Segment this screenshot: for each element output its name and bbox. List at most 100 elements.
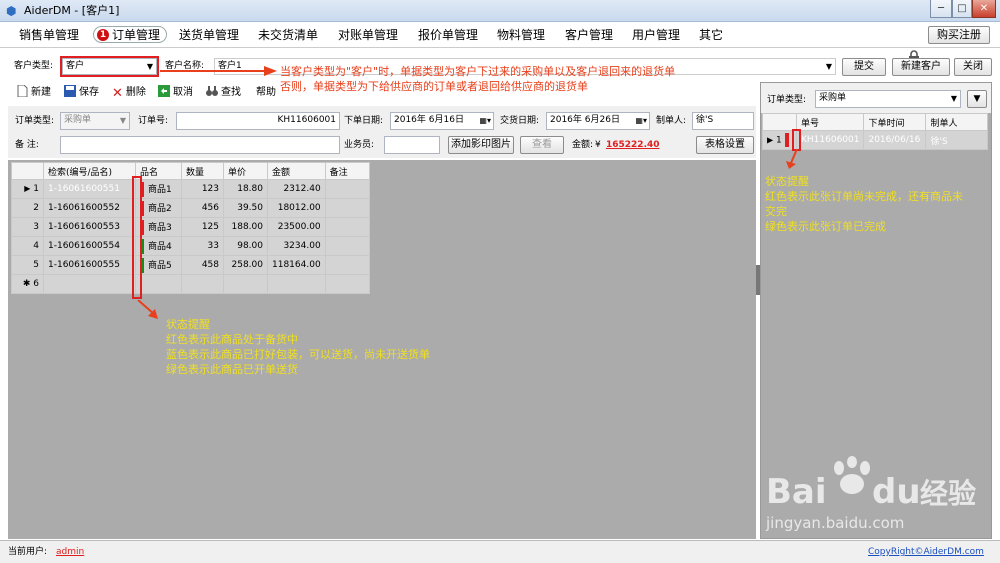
row-header[interactable]: 3 (11, 217, 44, 237)
price-cell[interactable]: 258.00 (223, 255, 268, 275)
remark-cell[interactable] (324, 179, 370, 199)
amount-cell[interactable]: 23500.00 (267, 217, 326, 237)
amount-cell[interactable] (267, 274, 326, 294)
menu-other[interactable]: 其它 (699, 27, 723, 44)
add-image-button[interactable]: 添加影印图片 (448, 136, 514, 154)
expand-button[interactable]: ▼ (967, 90, 987, 108)
menu-orders[interactable]: 1 订单管理 (93, 26, 168, 43)
minimize-button[interactable]: ─ (930, 0, 952, 18)
find-button[interactable]: 查找 (206, 85, 241, 101)
copyright-link[interactable]: CopyRight©AiderDM.com (868, 545, 984, 559)
help-button[interactable]: 帮助 (256, 85, 276, 101)
menu-sales[interactable]: 销售单管理 (19, 27, 79, 44)
maximize-button[interactable]: □ (952, 0, 972, 18)
order-no-input[interactable]: KH11606001 (176, 112, 340, 130)
column-header[interactable]: 制单人 (925, 113, 989, 131)
remark-cell[interactable] (324, 255, 370, 275)
column-header[interactable]: 品名 (135, 162, 182, 180)
order-type-select[interactable]: 采购单 ▼ (60, 112, 130, 130)
name-cell[interactable]: 商品3 (135, 217, 182, 237)
salesman-label: 业务员: (344, 140, 375, 150)
table-row[interactable]: ▶ 1 1-16061600551 商品1 123 18.80 2312.40 (11, 179, 370, 199)
new-table-row[interactable]: ✱ 6 (11, 274, 370, 294)
qty-cell[interactable] (181, 274, 224, 294)
table-row[interactable]: 5 1-16061600555 商品5 458 258.00 118164.00 (11, 255, 370, 275)
delete-button[interactable]: ✕ 删除 (112, 85, 146, 101)
order-date-picker[interactable]: 2016年 6月16日 ▦▾ (390, 112, 494, 130)
list-order-type-select[interactable]: 采购单 ▼ (815, 90, 961, 108)
row-header[interactable]: 5 (11, 255, 44, 275)
column-header[interactable]: 检索(编号/品名) (43, 162, 136, 180)
amount-cell[interactable]: 2312.40 (267, 179, 326, 199)
salesman-input[interactable] (384, 136, 440, 154)
menu-undelivered[interactable]: 未交货清单 (258, 27, 318, 44)
price-cell[interactable]: 39.50 (223, 198, 268, 218)
column-header[interactable]: 单价 (223, 162, 268, 180)
cancel-button[interactable]: 取消 (158, 85, 193, 101)
price-cell[interactable]: 98.00 (223, 236, 268, 256)
column-header[interactable]: 数量 (181, 162, 224, 180)
amount-cell[interactable]: 18012.00 (267, 198, 326, 218)
code-cell[interactable]: 1-16061600555 (43, 255, 136, 275)
remark-input[interactable] (60, 136, 340, 154)
row-header[interactable]: ▶ 1 (11, 179, 44, 199)
amount-cell[interactable]: 118164.00 (267, 255, 326, 275)
order-maker-cell[interactable]: 徐'S (925, 130, 989, 150)
column-header[interactable]: 备注 (324, 162, 370, 180)
delivery-date-picker[interactable]: 2016年 6月26日 ▦▾ (546, 112, 650, 130)
row-header[interactable]: 2 (11, 198, 44, 218)
menu-customers[interactable]: 客户管理 (565, 27, 613, 44)
code-cell[interactable]: 1-16061600552 (43, 198, 136, 218)
qty-cell[interactable]: 458 (181, 255, 224, 275)
order-no-cell[interactable]: KH11606001 (795, 130, 865, 150)
close-button[interactable]: 关闭 (954, 58, 992, 76)
table-row[interactable]: 2 1-16061600552 商品2 456 39.50 18012.00 (11, 198, 370, 218)
name-cell[interactable]: 商品5 (135, 255, 182, 275)
qty-cell[interactable]: 33 (181, 236, 224, 256)
name-cell[interactable]: 商品2 (135, 198, 182, 218)
menu-materials[interactable]: 物料管理 (497, 27, 545, 44)
status-bar: 当前用户: admin CopyRight©AiderDM.com (0, 540, 1000, 563)
table-row[interactable]: 3 1-16061600553 商品3 125 188.00 23500.00 (11, 217, 370, 237)
view-button[interactable]: 查看 (520, 136, 564, 154)
menu-statements[interactable]: 对账单管理 (338, 27, 398, 44)
price-cell[interactable]: 188.00 (223, 217, 268, 237)
table-settings-button[interactable]: 表格设置 (696, 136, 754, 154)
submit-button[interactable]: 提交 (842, 58, 886, 76)
code-cell[interactable]: 1-16061600551 (43, 179, 136, 199)
price-cell[interactable]: 18.80 (223, 179, 268, 199)
row-header[interactable]: ✱ 6 (11, 274, 44, 294)
column-header[interactable]: 下单时间 (863, 113, 927, 131)
qty-cell[interactable]: 125 (181, 217, 224, 237)
menu-quotations[interactable]: 报价单管理 (418, 27, 478, 44)
remark-cell[interactable] (324, 198, 370, 218)
column-header[interactable]: 金额 (267, 162, 326, 180)
menu-delivery[interactable]: 送货单管理 (179, 27, 239, 44)
column-header[interactable]: 单号 (795, 113, 865, 131)
close-window-button[interactable]: ✕ (972, 0, 996, 18)
new-button[interactable]: 新建 (16, 84, 51, 101)
price-cell[interactable] (223, 274, 268, 294)
remark-cell[interactable] (324, 217, 370, 237)
order-date-cell[interactable]: 2016/06/16 (863, 130, 927, 150)
remark-cell[interactable] (324, 274, 370, 294)
code-cell[interactable]: 1-16061600553 (43, 217, 136, 237)
name-cell[interactable]: 商品1 (135, 179, 182, 199)
remark-cell[interactable] (324, 236, 370, 256)
qty-cell[interactable]: 123 (181, 179, 224, 199)
code-cell[interactable] (43, 274, 136, 294)
name-cell[interactable]: 商品4 (135, 236, 182, 256)
menu-users[interactable]: 用户管理 (632, 27, 680, 44)
amount-cell[interactable]: 3234.00 (267, 236, 326, 256)
register-button[interactable]: 购买注册 (928, 26, 990, 44)
qty-cell[interactable]: 456 (181, 198, 224, 218)
maker-input[interactable]: 徐'S (692, 112, 754, 130)
new-customer-button[interactable]: 新建客户 (892, 58, 950, 76)
title-bar: ⬢ AiderDM - [客户1] ─ □ ✕ (0, 0, 1000, 22)
row-header[interactable]: 4 (11, 236, 44, 256)
code-cell[interactable]: 1-16061600554 (43, 236, 136, 256)
table-row[interactable]: 4 1-16061600554 商品4 33 98.00 3234.00 (11, 236, 370, 256)
save-button[interactable]: 保存 (64, 85, 99, 101)
name-cell[interactable] (135, 274, 182, 294)
current-user-link[interactable]: admin (56, 545, 84, 559)
